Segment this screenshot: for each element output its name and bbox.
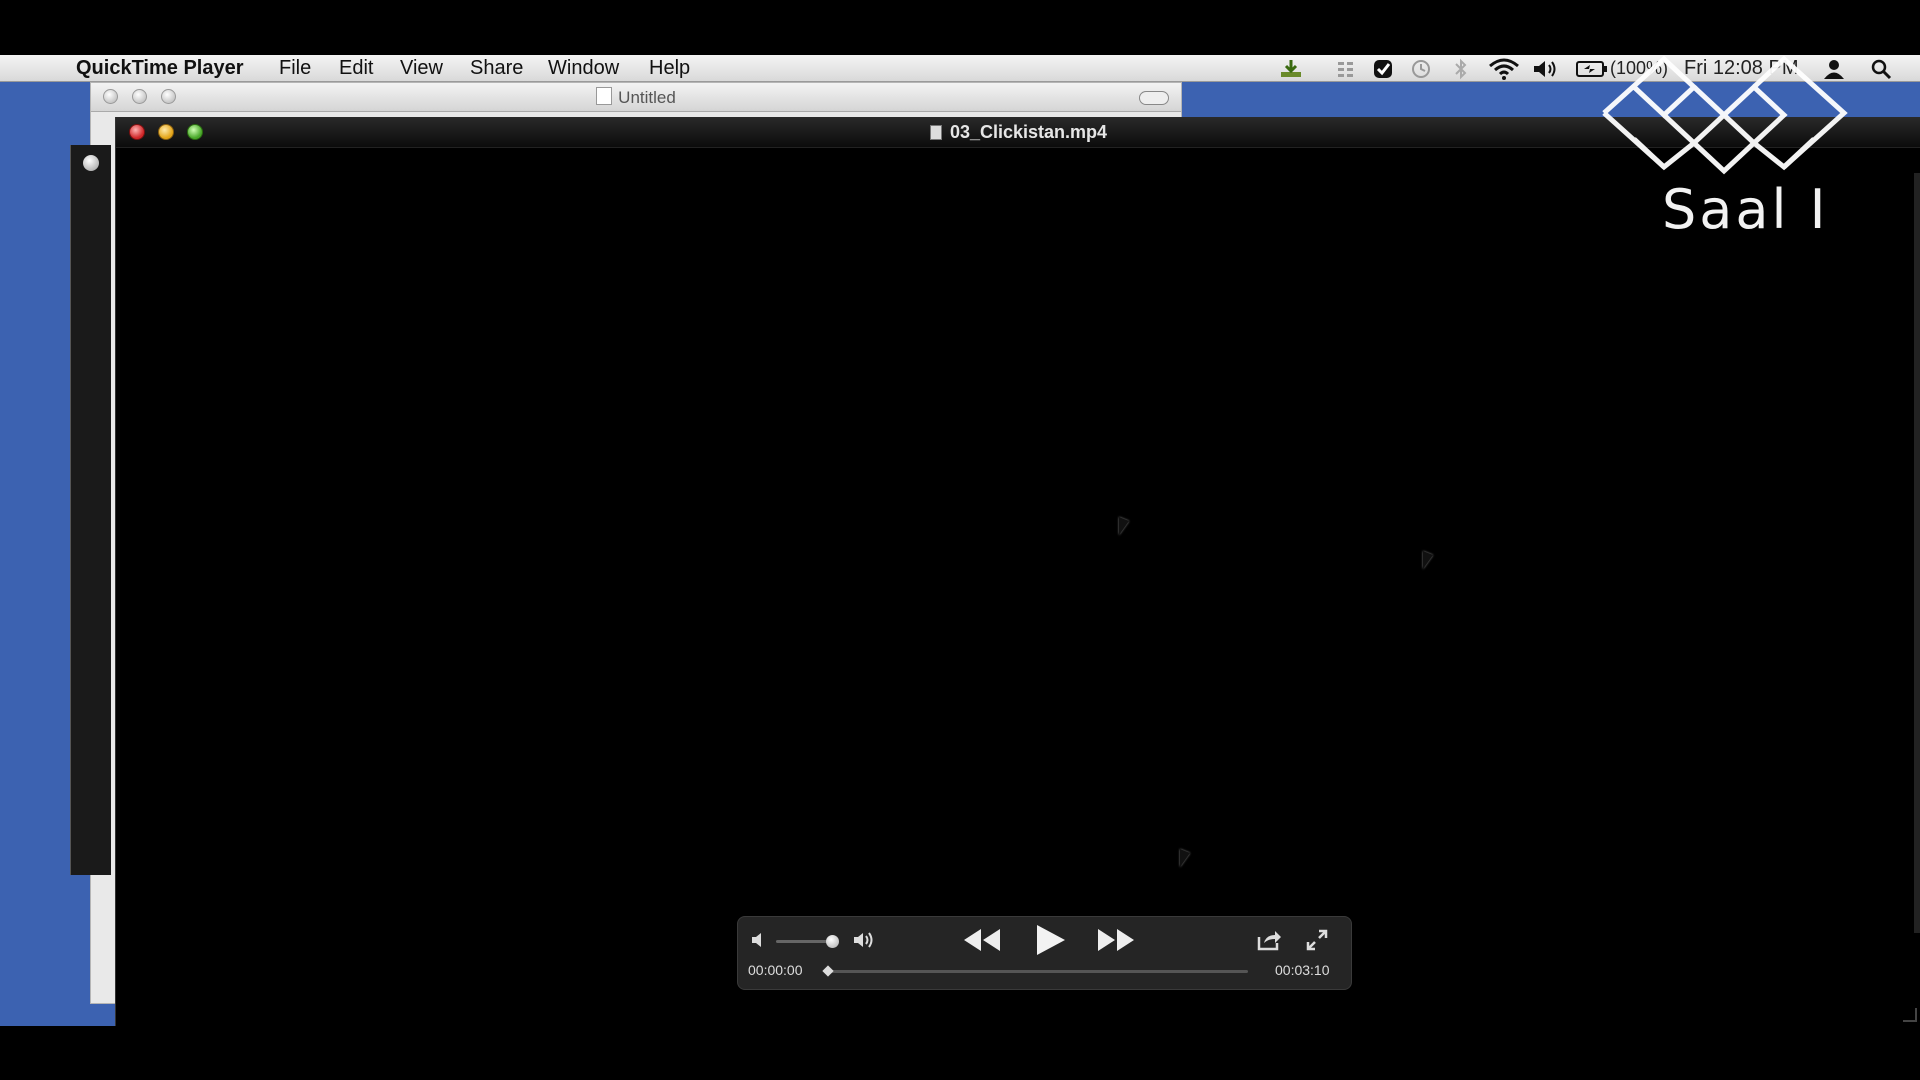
movie-file-icon xyxy=(929,125,942,140)
menu-window[interactable]: Window xyxy=(548,57,619,80)
menu-help[interactable]: Help xyxy=(649,57,690,80)
fast-forward-button[interactable] xyxy=(1096,927,1136,953)
watermark-text: Saal I xyxy=(1662,178,1829,241)
window-resize-handle[interactable] xyxy=(1903,1008,1917,1022)
duration: 00:03:10 xyxy=(1275,962,1330,978)
video-area[interactable] xyxy=(116,148,1920,1026)
share-button[interactable] xyxy=(1256,929,1282,951)
scrubber-playhead[interactable] xyxy=(822,965,834,977)
menu-app-name[interactable]: QuickTime Player xyxy=(76,57,244,80)
toolbar-toggle-button[interactable] xyxy=(1139,91,1169,105)
current-time: 00:00:00 xyxy=(748,962,803,978)
window-edge-strip xyxy=(1914,173,1920,933)
volume-icon[interactable] xyxy=(1532,58,1560,80)
untitled-titlebar[interactable]: Untitled xyxy=(91,83,1181,112)
player-filename: 03_Clickistan.mp4 xyxy=(949,122,1108,142)
spotlight-search-icon[interactable] xyxy=(1870,58,1892,80)
bluetooth-icon[interactable] xyxy=(1454,58,1468,80)
menu-extra-icon[interactable] xyxy=(1336,59,1356,79)
untitled-window-title: Untitled xyxy=(91,87,1181,108)
playback-controls-hud[interactable]: 00:00:00 00:03:10 xyxy=(737,916,1352,990)
volume-slider-knob[interactable] xyxy=(825,935,839,948)
volume-max-icon[interactable] xyxy=(852,930,876,950)
background-dark-window[interactable] xyxy=(70,145,111,875)
download-icon[interactable] xyxy=(1280,59,1302,79)
untitled-title-text: Untitled xyxy=(618,88,676,107)
play-button[interactable] xyxy=(1033,923,1067,957)
quicktime-player-window[interactable]: 03_Clickistan.mp4 00:00:00 00:03:10 xyxy=(115,117,1920,1026)
menu-file[interactable]: File xyxy=(279,57,311,80)
fullscreen-button[interactable] xyxy=(1306,929,1328,951)
scrubber-track[interactable] xyxy=(828,970,1248,973)
wifi-icon[interactable] xyxy=(1488,58,1520,80)
menu-edit[interactable]: Edit xyxy=(339,57,373,80)
checkmark-shield-icon[interactable] xyxy=(1372,58,1394,80)
volume-min-icon[interactable] xyxy=(750,931,768,949)
window-button-icon[interactable] xyxy=(83,155,99,171)
menu-share[interactable]: Share xyxy=(470,57,523,80)
rewind-button[interactable] xyxy=(962,927,1002,953)
document-icon xyxy=(596,87,613,105)
menu-view[interactable]: View xyxy=(400,57,443,80)
time-machine-icon[interactable] xyxy=(1410,58,1432,80)
